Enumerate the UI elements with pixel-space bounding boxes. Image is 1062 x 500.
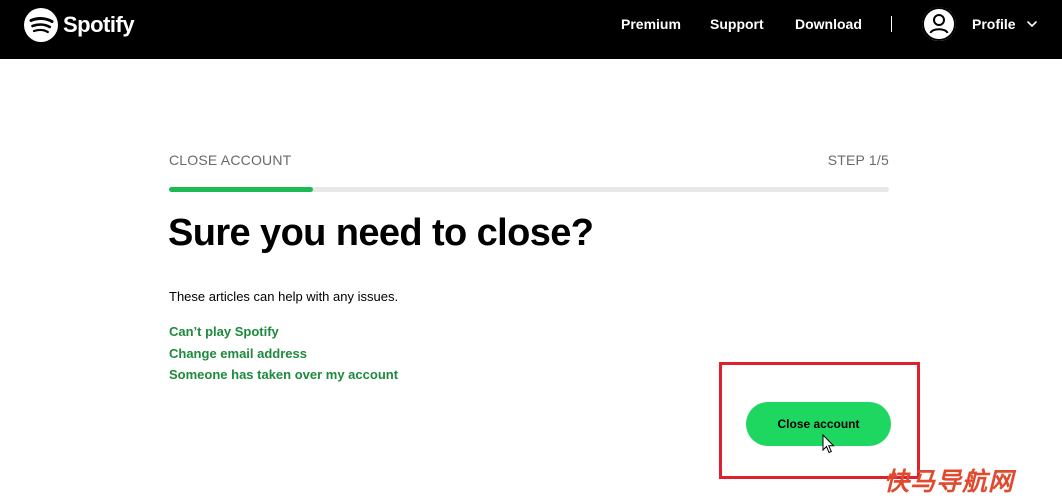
top-navigation-bar: Spotify Premium Support Download Profile [0, 0, 1062, 59]
progress-bar-fill [169, 187, 313, 192]
section-label: CLOSE ACCOUNT [169, 152, 292, 168]
help-text: These articles can help with any issues. [169, 289, 399, 304]
help-link-cant-play[interactable]: Can’t play Spotify [169, 324, 279, 339]
chevron-down-icon [1026, 21, 1037, 28]
avatar [922, 7, 956, 41]
user-icon [922, 7, 956, 41]
spotify-icon [24, 8, 58, 42]
profile-menu-button[interactable]: Profile [922, 6, 1038, 42]
brand-name: Spotify [63, 12, 135, 37]
nav-support-link[interactable]: Support [710, 16, 764, 32]
nav-premium-link[interactable]: Premium [621, 16, 681, 32]
watermark-text: 快马导航网 [884, 468, 1015, 496]
close-account-button[interactable]: Close account [746, 402, 891, 446]
step-indicator: STEP 1/5 [827, 152, 889, 168]
page-title: Sure you need to close? [168, 212, 594, 254]
help-link-change-email[interactable]: Change email address [169, 346, 307, 361]
profile-label: Profile [972, 16, 1016, 32]
nav-divider [891, 16, 892, 32]
spotify-logo[interactable]: Spotify [23, 7, 135, 43]
progress-bar [169, 187, 889, 192]
help-link-account-taken-over[interactable]: Someone has taken over my account [169, 367, 398, 382]
nav-download-link[interactable]: Download [795, 16, 862, 32]
mouse-cursor-icon [822, 434, 835, 454]
